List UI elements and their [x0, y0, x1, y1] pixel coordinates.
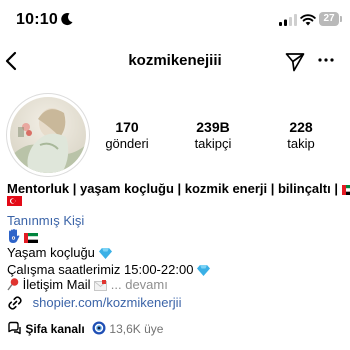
more-options-icon[interactable]	[318, 56, 334, 64]
gem-icon	[197, 265, 211, 276]
gem-icon	[98, 248, 112, 259]
turkey-flag-icon	[7, 196, 22, 206]
following-label: takip	[287, 136, 315, 151]
battery-indicator: 27	[319, 12, 342, 26]
channel-name: Şifa kanalı	[25, 322, 85, 336]
broadcast-channel[interactable]: Şifa kanalı 13,6K üye	[7, 321, 163, 337]
bio-more-link[interactable]: ... devamı	[111, 277, 168, 292]
pushpin-icon	[7, 278, 19, 291]
envelope-icon	[94, 280, 108, 291]
stat-posts[interactable]: 170 gönderi	[87, 119, 167, 152]
wifi-icon	[300, 14, 316, 26]
bio-name-line: Mentorluk | yaşam koçluğu | kozmik enerj…	[7, 181, 350, 196]
status-time: 10:10	[16, 11, 58, 28]
send-icon[interactable]	[285, 52, 305, 72]
bio-mail: İletişim Mail	[22, 277, 95, 292]
posts-count: 170	[115, 119, 139, 135]
bio-name: Mentorluk | yaşam koçluğu | kozmik enerj…	[7, 181, 338, 196]
threads-icon	[8, 321, 21, 335]
uae-flag-icon	[341, 185, 350, 195]
channel-member-count: 13,6K üye	[109, 322, 164, 336]
bio-hours-line: Çalışma saatlerimiz 15:00-22:00	[7, 262, 211, 277]
profile-category[interactable]: Tanınmış Kişi	[7, 213, 84, 228]
profile-header: kozmikenejiii	[0, 44, 350, 80]
bio-link-text: shopier.com/kozmikenerjii	[32, 295, 182, 310]
bio-external-link[interactable]: shopier.com/kozmikenerjii	[7, 295, 181, 311]
status-bar: 10:10 27	[0, 0, 350, 40]
stat-following[interactable]: 228 takip	[261, 119, 341, 152]
profile-avatar[interactable]	[6, 93, 90, 177]
hamsa-icon	[9, 229, 20, 243]
stat-followers[interactable]: 239B takipçi	[173, 119, 253, 152]
posts-label: gönderi	[105, 136, 149, 151]
evil-eye-icon	[92, 321, 106, 335]
followers-label: takipçi	[194, 136, 232, 151]
avatar-image	[10, 97, 86, 173]
battery-level: 27	[323, 13, 335, 24]
followers-count: 239B	[196, 119, 230, 135]
bio-hours: Çalışma saatlerimiz 15:00-22:00	[7, 262, 198, 277]
bio-coaching: Yaşam koçluğu	[7, 245, 99, 260]
bio-mail-line: İletişim Mail ... devamı	[7, 277, 168, 292]
bio-coaching-line: Yaşam koçluğu	[7, 245, 112, 260]
signal-icon	[279, 14, 297, 26]
moon-icon	[61, 13, 73, 26]
bio-emoji-line	[7, 229, 38, 244]
uae-flag-icon	[23, 233, 38, 243]
link-icon	[8, 296, 22, 310]
following-count: 228	[289, 119, 313, 135]
